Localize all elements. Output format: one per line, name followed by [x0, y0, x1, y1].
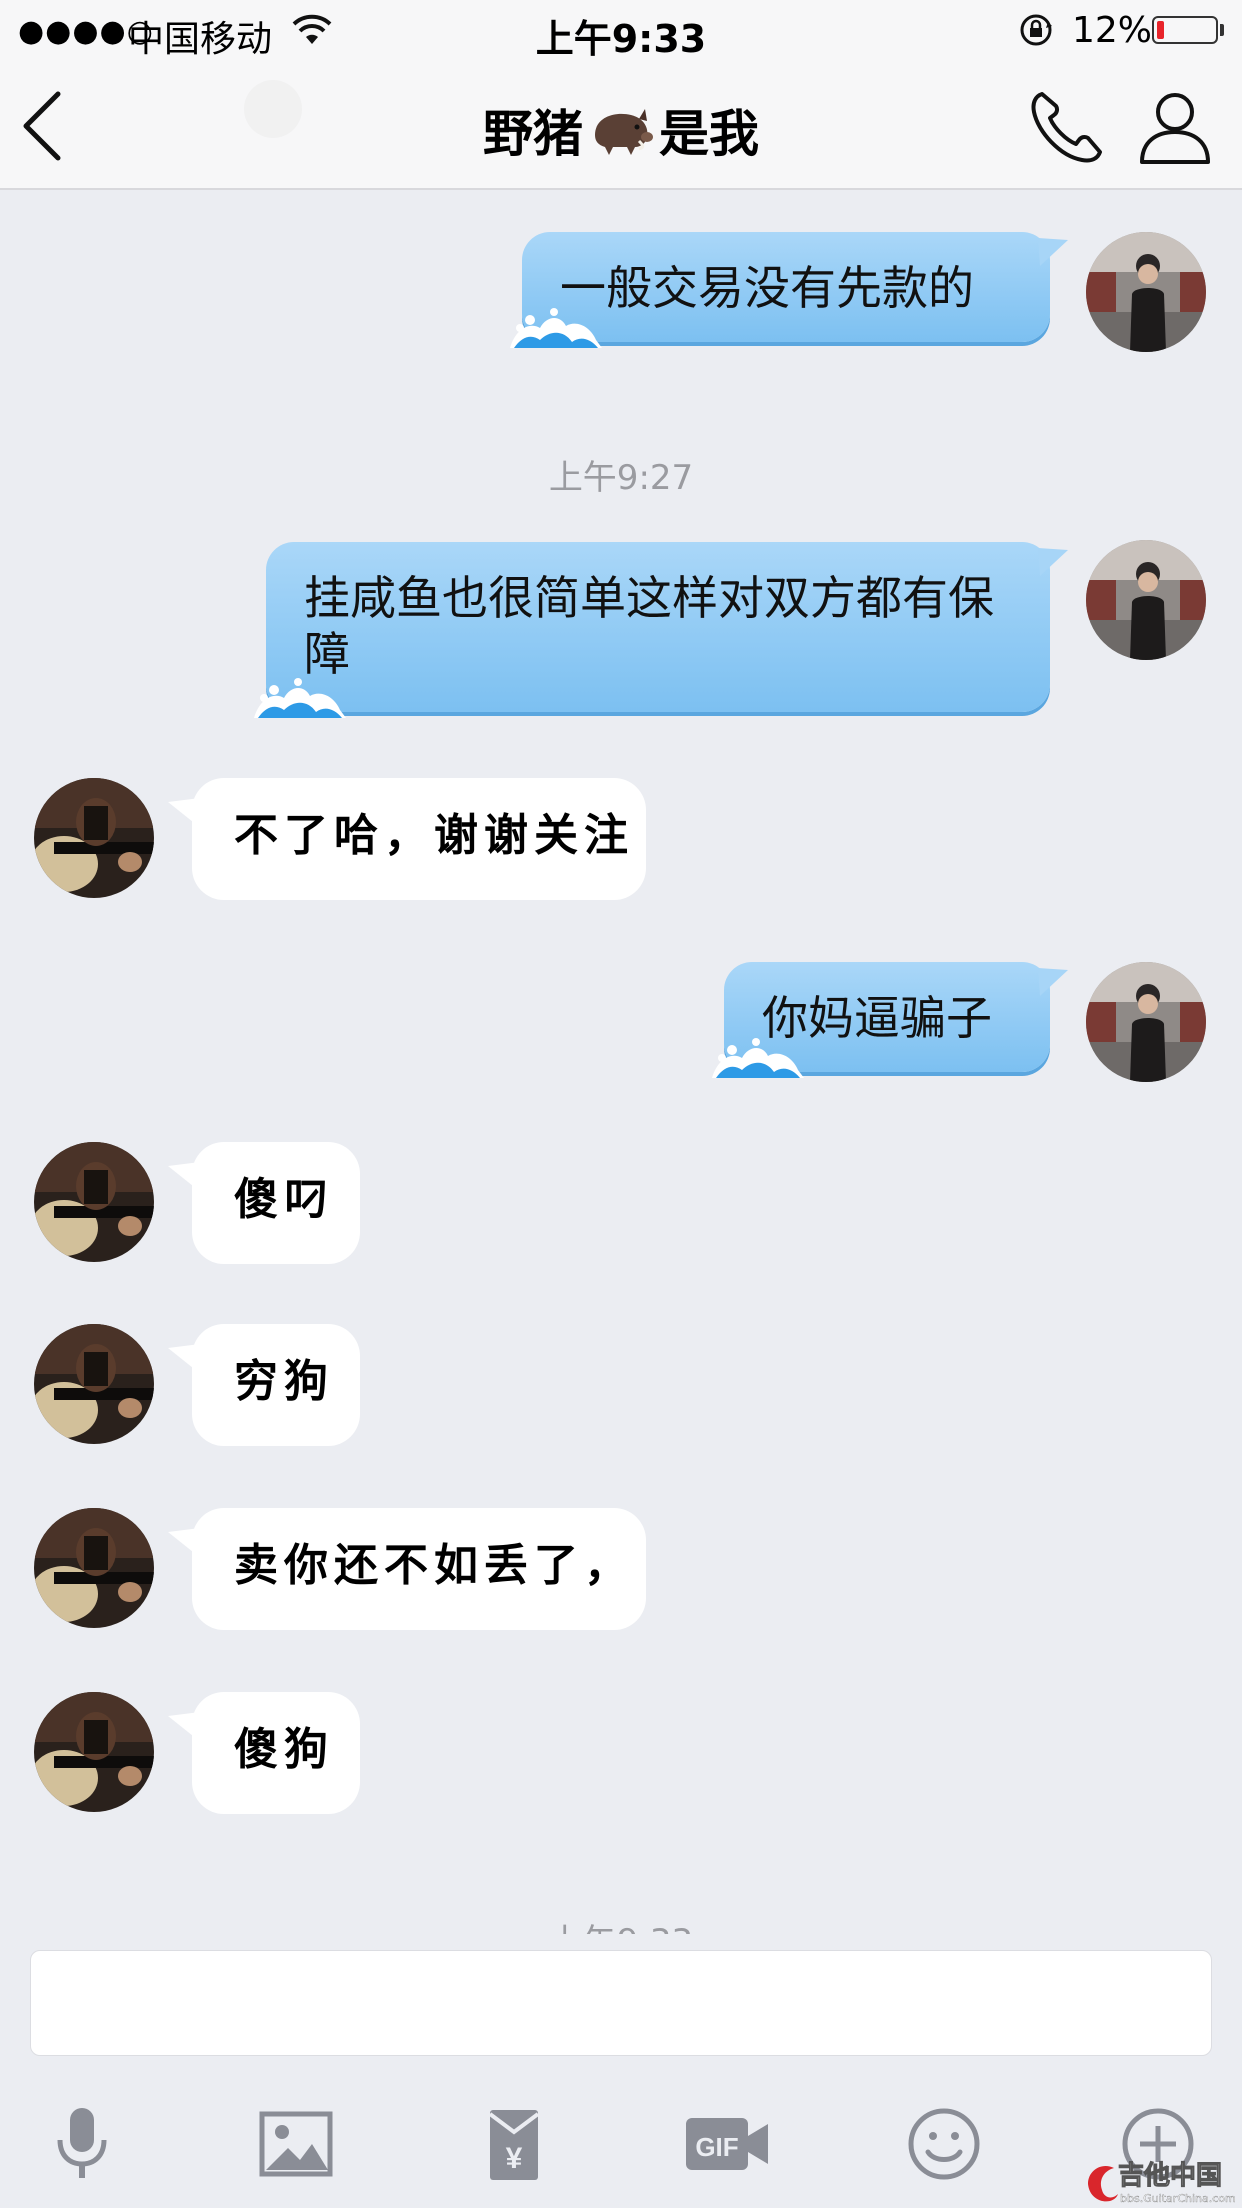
- wave-decoration-icon: [712, 1030, 804, 1078]
- message-text: 卖你还不如丢了，: [234, 1540, 634, 1591]
- status-time: 上午9:33: [535, 17, 707, 61]
- message-timestamp-partial: 上午9:33: [0, 1912, 1242, 1934]
- bubble-tail: [168, 1162, 200, 1190]
- message-text: 挂咸鱼也很简单这样对双方都有保障: [304, 571, 994, 681]
- site-watermark-logo: 吉他中国 bbs.GuitarChina.com: [1088, 2161, 1236, 2205]
- bubble-tail: [168, 1528, 200, 1556]
- bubble-tail: [168, 1712, 200, 1740]
- wave-decoration-icon: [254, 670, 346, 718]
- message-text: 不了哈，谢谢关注: [234, 810, 634, 861]
- title-right: 是我: [659, 105, 759, 163]
- emoji-icon[interactable]: [904, 2104, 984, 2184]
- contact-avatar[interactable]: [34, 1142, 154, 1262]
- my-avatar[interactable]: [1086, 232, 1206, 352]
- status-bar: ●●●●○ 中国移动 上午9:33 12%: [0, 0, 1242, 62]
- microphone-icon[interactable]: [42, 2104, 122, 2184]
- incoming-message-bubble[interactable]: 傻狗: [168, 1692, 360, 1814]
- bubble-tail: [1038, 238, 1068, 266]
- incoming-message-bubble[interactable]: 不了哈，谢谢关注: [168, 778, 646, 900]
- battery-level: [1157, 21, 1164, 39]
- image-icon[interactable]: [256, 2104, 336, 2184]
- contact-avatar[interactable]: [34, 778, 154, 898]
- incoming-message-bubble[interactable]: 傻叼: [168, 1142, 360, 1264]
- outgoing-message-bubble[interactable]: 一般交易没有先款的: [522, 232, 1068, 342]
- user-profile-icon[interactable]: [1138, 88, 1212, 166]
- input-area: ¥ GIF: [0, 1934, 1242, 2208]
- watermark-subtext: bbs.GuitarChina.com: [1120, 2192, 1236, 2205]
- svg-text:GIF: GIF: [695, 2132, 738, 2162]
- message-text: 傻叼: [234, 1174, 334, 1225]
- chat-header: 野猪 是我: [0, 62, 1242, 190]
- red-packet-icon[interactable]: ¥: [474, 2104, 554, 2184]
- bubble-tail: [1038, 968, 1068, 996]
- my-avatar[interactable]: [1086, 540, 1206, 660]
- incoming-message-bubble[interactable]: 卖你还不如丢了，: [168, 1508, 646, 1630]
- message-text: 穷狗: [234, 1356, 334, 1407]
- contact-avatar[interactable]: [34, 1508, 154, 1628]
- my-avatar[interactable]: [1086, 962, 1206, 1082]
- bubble-tail: [168, 798, 200, 826]
- gif-icon[interactable]: GIF: [684, 2104, 770, 2184]
- contact-avatar[interactable]: [34, 1692, 154, 1812]
- message-timestamp: 上午9:27: [548, 458, 694, 498]
- phone-icon[interactable]: [1028, 88, 1106, 166]
- bubble-tail: [168, 1344, 200, 1372]
- battery-nub: [1220, 24, 1224, 36]
- outgoing-message-bubble[interactable]: 你妈逼骗子: [724, 962, 1068, 1072]
- svg-text:¥: ¥: [506, 2142, 523, 2175]
- battery-icon: [1152, 16, 1218, 44]
- rotation-lock-icon: [1020, 14, 1052, 46]
- message-text: 傻狗: [234, 1724, 334, 1775]
- title-left: 野猪: [483, 105, 583, 163]
- incoming-message-bubble[interactable]: 穷狗: [168, 1324, 360, 1446]
- watermark-text: 吉他中国: [1118, 2161, 1222, 2191]
- battery-percent: 12%: [1072, 10, 1153, 51]
- message-text: 一般交易没有先款的: [560, 261, 974, 315]
- contact-avatar[interactable]: [34, 1324, 154, 1444]
- timestamp-partial-text: 上午9:33: [549, 1922, 693, 1934]
- outgoing-message-bubble[interactable]: 挂咸鱼也很简单这样对双方都有保障: [266, 542, 1068, 712]
- boar-emoji-icon: [595, 109, 653, 155]
- wave-decoration-icon: [510, 300, 602, 348]
- bubble-tail: [1038, 548, 1068, 576]
- message-input[interactable]: [30, 1950, 1212, 2056]
